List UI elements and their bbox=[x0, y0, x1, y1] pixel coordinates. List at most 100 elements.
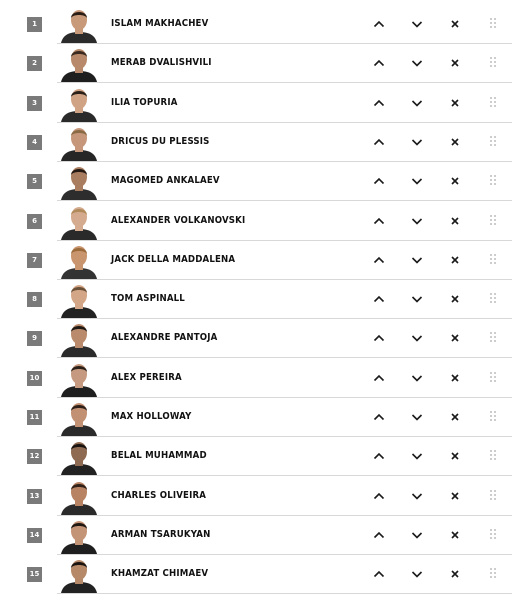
drag-handle-icon bbox=[490, 450, 496, 461]
remove-button[interactable] bbox=[448, 489, 462, 503]
rank-badge: 8 bbox=[27, 292, 42, 308]
drag-handle[interactable] bbox=[489, 567, 503, 581]
fighter-card: BELAL MUHAMMAD bbox=[57, 437, 512, 477]
fighter-card: MAX HOLLOWAY bbox=[57, 398, 512, 437]
ranking-row[interactable]: 15 KHAMZAT CHIMAEV bbox=[0, 555, 525, 595]
move-down-button[interactable] bbox=[410, 96, 424, 110]
remove-button[interactable] bbox=[448, 56, 462, 70]
drag-handle-icon bbox=[490, 489, 496, 500]
drag-handle[interactable] bbox=[489, 292, 503, 306]
move-down-button[interactable] bbox=[410, 17, 424, 31]
drag-handle[interactable] bbox=[489, 528, 503, 542]
move-down-button[interactable] bbox=[410, 567, 424, 581]
move-up-button[interactable] bbox=[372, 449, 386, 463]
fighter-card: ISLAM MAKHACHEV bbox=[57, 5, 512, 44]
ranking-row[interactable]: 9 ALEXANDRE PANTOJA bbox=[0, 319, 525, 359]
move-up-button[interactable] bbox=[372, 17, 386, 31]
close-icon bbox=[451, 216, 459, 225]
rank-badge: 10 bbox=[27, 370, 42, 386]
fighter-name: DRICUS DU PLESSIS bbox=[111, 135, 210, 147]
drag-handle[interactable] bbox=[489, 174, 503, 188]
remove-button[interactable] bbox=[448, 567, 462, 581]
move-up-button[interactable] bbox=[372, 331, 386, 345]
fighter-name: BELAL MUHAMMAD bbox=[111, 450, 207, 462]
move-down-button[interactable] bbox=[410, 214, 424, 228]
ranking-row[interactable]: 5 MAGOMED ANKALAEV bbox=[0, 162, 525, 202]
ranking-row[interactable]: 10 ALEX PEREIRA bbox=[0, 358, 525, 398]
move-down-button[interactable] bbox=[410, 489, 424, 503]
remove-button[interactable] bbox=[448, 528, 462, 542]
move-down-button[interactable] bbox=[410, 449, 424, 463]
remove-button[interactable] bbox=[448, 253, 462, 267]
move-up-button[interactable] bbox=[372, 371, 386, 385]
remove-button[interactable] bbox=[448, 96, 462, 110]
drag-handle[interactable] bbox=[489, 214, 503, 228]
move-up-button[interactable] bbox=[372, 567, 386, 581]
move-up-button[interactable] bbox=[372, 214, 386, 228]
ranking-row[interactable]: 6 ALEXANDER VOLKANOVSKI bbox=[0, 201, 525, 241]
ranking-row[interactable]: 2 MERAB DVALISHVILI bbox=[0, 44, 525, 84]
drag-handle-icon bbox=[490, 57, 496, 68]
move-up-button[interactable] bbox=[372, 489, 386, 503]
move-up-button[interactable] bbox=[372, 253, 386, 267]
remove-button[interactable] bbox=[448, 17, 462, 31]
ranking-row[interactable]: 1 ISLAM MAKHACHEV bbox=[0, 5, 525, 44]
drag-handle[interactable] bbox=[489, 17, 503, 31]
ranking-row[interactable]: 4 DRICUS DU PLESSIS bbox=[0, 122, 525, 162]
move-up-button[interactable] bbox=[372, 135, 386, 149]
close-icon bbox=[451, 177, 459, 185]
drag-handle[interactable] bbox=[489, 253, 503, 267]
drag-handle[interactable] bbox=[489, 331, 503, 345]
close-icon bbox=[451, 531, 459, 539]
drag-handle[interactable] bbox=[489, 135, 503, 149]
move-down-button[interactable] bbox=[410, 371, 424, 385]
chevron-down-icon bbox=[411, 21, 423, 28]
move-up-button[interactable] bbox=[372, 528, 386, 542]
move-down-button[interactable] bbox=[410, 292, 424, 306]
chevron-up-icon bbox=[373, 335, 385, 342]
drag-handle[interactable] bbox=[489, 96, 503, 110]
close-icon bbox=[451, 99, 459, 107]
ranking-row[interactable]: 11 MAX HOLLOWAY bbox=[0, 398, 525, 437]
drag-handle[interactable] bbox=[489, 410, 503, 424]
chevron-up-icon bbox=[373, 374, 385, 381]
remove-button[interactable] bbox=[448, 135, 462, 149]
drag-handle[interactable] bbox=[489, 489, 503, 503]
remove-button[interactable] bbox=[448, 214, 462, 228]
move-up-button[interactable] bbox=[372, 292, 386, 306]
move-down-button[interactable] bbox=[410, 331, 424, 345]
drag-handle[interactable] bbox=[489, 56, 503, 70]
move-down-button[interactable] bbox=[410, 135, 424, 149]
move-down-button[interactable] bbox=[410, 174, 424, 188]
ranking-row[interactable]: 8 TOM ASPINALL bbox=[0, 280, 525, 320]
chevron-up-icon bbox=[373, 571, 385, 578]
move-up-button[interactable] bbox=[372, 96, 386, 110]
move-down-button[interactable] bbox=[410, 410, 424, 424]
move-up-button[interactable] bbox=[372, 174, 386, 188]
ranking-row[interactable]: 13 CHARLES OLIVEIRA bbox=[0, 476, 525, 516]
drag-handle-icon bbox=[490, 253, 496, 264]
fighter-avatar bbox=[57, 162, 101, 201]
move-up-button[interactable] bbox=[372, 56, 386, 70]
remove-button[interactable] bbox=[448, 331, 462, 345]
drag-handle[interactable] bbox=[489, 449, 503, 463]
remove-button[interactable] bbox=[448, 292, 462, 306]
remove-button[interactable] bbox=[448, 371, 462, 385]
ranking-row[interactable]: 12 BELAL MUHAMMAD bbox=[0, 437, 525, 477]
ranking-row[interactable]: 7 JACK DELLA MADDALENA bbox=[0, 240, 525, 280]
rank-badge: 7 bbox=[27, 252, 42, 268]
remove-button[interactable] bbox=[448, 410, 462, 424]
remove-button[interactable] bbox=[448, 174, 462, 188]
move-down-button[interactable] bbox=[410, 253, 424, 267]
fighter-name: TOM ASPINALL bbox=[111, 293, 185, 305]
move-up-button[interactable] bbox=[372, 410, 386, 424]
fighter-avatar bbox=[57, 44, 101, 83]
close-icon bbox=[451, 334, 459, 342]
fighter-avatar bbox=[57, 5, 101, 43]
remove-button[interactable] bbox=[448, 449, 462, 463]
ranking-row[interactable]: 14 ARMAN TSARUKYAN bbox=[0, 515, 525, 555]
move-down-button[interactable] bbox=[410, 528, 424, 542]
drag-handle[interactable] bbox=[489, 371, 503, 385]
move-down-button[interactable] bbox=[410, 56, 424, 70]
ranking-row[interactable]: 3 ILIA TOPURIA bbox=[0, 83, 525, 123]
